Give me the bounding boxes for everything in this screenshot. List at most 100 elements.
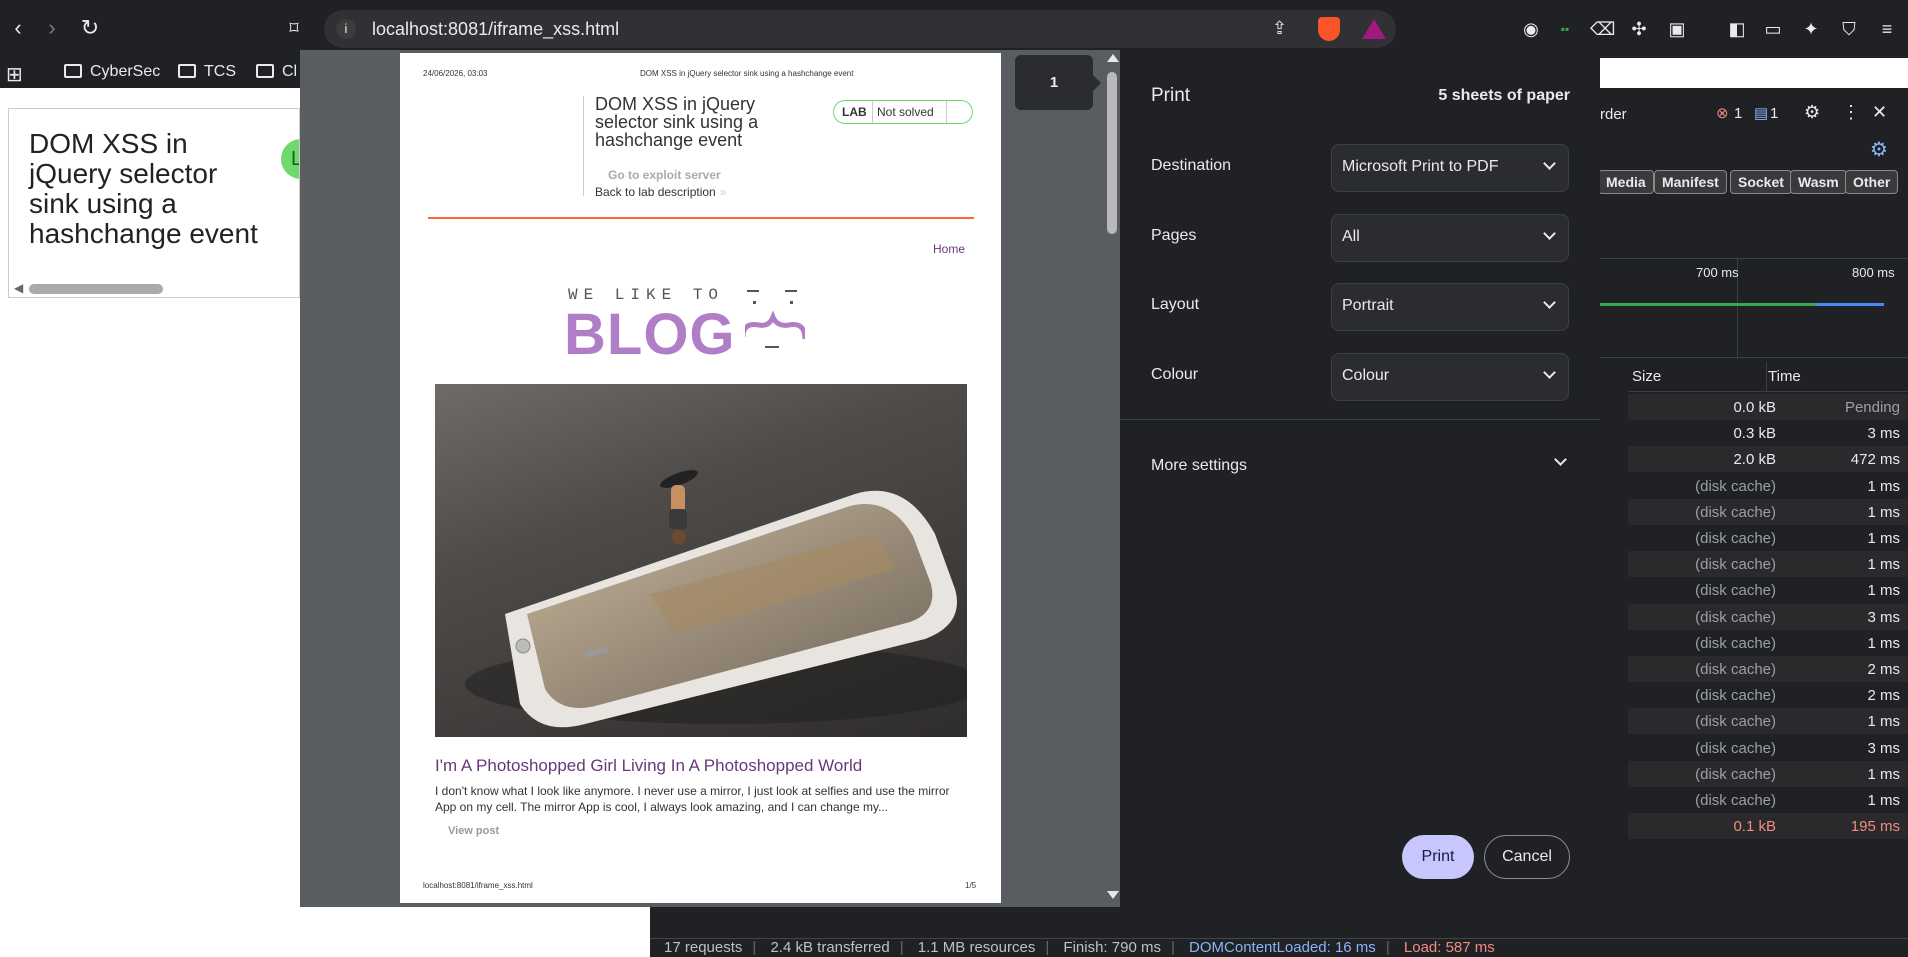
- pages-select[interactable]: All: [1331, 214, 1569, 262]
- scroll-up-icon[interactable]: [1107, 54, 1119, 62]
- divider: [872, 101, 873, 123]
- preview-scrollbar[interactable]: [1103, 50, 1120, 907]
- network-timeline[interactable]: 700 ms 800 ms: [1600, 258, 1908, 359]
- colour-select[interactable]: Colour: [1331, 353, 1569, 401]
- table-row[interactable]: 0.0 kB Pending: [1628, 394, 1908, 420]
- timeline-bar-blue: [1816, 303, 1884, 306]
- share-icon[interactable]: ⇪: [1272, 18, 1287, 39]
- recorder-tab[interactable]: rder: [1600, 106, 1627, 123]
- table-row[interactable]: (disk cache) 1 ms: [1628, 498, 1908, 525]
- table-row[interactable]: (disk cache) 1 ms: [1628, 473, 1908, 499]
- extension-icon[interactable]: ◉: [1520, 18, 1542, 40]
- message-icon[interactable]: ▤: [1754, 104, 1768, 122]
- destination-select[interactable]: Microsoft Print to PDF: [1331, 144, 1569, 192]
- extension-badge-icon[interactable]: ▪▪: [1554, 18, 1576, 40]
- table-row[interactable]: (disk cache) 1 ms: [1628, 760, 1908, 787]
- url-text[interactable]: localhost:8081/iframe_xss.html: [372, 19, 619, 40]
- row-size: (disk cache): [1695, 477, 1776, 495]
- preview-header-date: 24/06/2026, 03:03: [423, 69, 488, 78]
- cancel-button[interactable]: Cancel: [1484, 835, 1570, 879]
- filter-other[interactable]: Other: [1845, 170, 1899, 194]
- status-requests: 17 requests: [664, 939, 743, 956]
- scroll-down-icon[interactable]: [1107, 891, 1119, 899]
- row-size: (disk cache): [1695, 634, 1776, 652]
- network-settings-gear-icon[interactable]: ⚙: [1870, 137, 1888, 162]
- scroll-left-icon[interactable]: ◀: [14, 281, 23, 295]
- trash-icon[interactable]: ⌫: [1590, 18, 1615, 40]
- column-size[interactable]: Size: [1632, 368, 1661, 385]
- filter-manifest[interactable]: Manifest: [1654, 170, 1727, 194]
- row-time: 1 ms: [1867, 792, 1900, 809]
- row-time: 1 ms: [1867, 477, 1900, 495]
- table-row[interactable]: (disk cache) 3 ms: [1628, 735, 1908, 761]
- status-dcl: DOMContentLoaded: 16 ms: [1189, 939, 1376, 956]
- filter-wasm[interactable]: Wasm: [1790, 170, 1847, 194]
- reload-icon[interactable]: ↻: [76, 14, 104, 42]
- chevron-down-icon[interactable]: [1554, 453, 1567, 466]
- pages-label: Pages: [1151, 227, 1197, 244]
- leo-ai-icon[interactable]: ✦: [1800, 18, 1822, 40]
- post-excerpt: I don't know what I look like anymore. I…: [435, 784, 950, 814]
- folder-icon: [64, 64, 82, 78]
- print-button[interactable]: Print: [1402, 835, 1474, 879]
- exploit-server-link: Go to exploit server: [608, 168, 721, 182]
- error-count: 1: [1734, 105, 1743, 122]
- error-icon[interactable]: ⊗: [1716, 104, 1729, 122]
- layout-select[interactable]: Portrait: [1331, 283, 1569, 331]
- close-icon[interactable]: ✕: [1872, 102, 1887, 123]
- wallet-icon[interactable]: ▭: [1762, 18, 1784, 40]
- bookmark-folder-cl[interactable]: Cl: [256, 63, 297, 81]
- more-options-icon[interactable]: ⋮: [1842, 102, 1860, 123]
- bookmark-folder-cybersec[interactable]: CyberSec: [64, 63, 160, 81]
- site-info-icon[interactable]: i: [336, 19, 356, 39]
- bookmark-folder-tcs[interactable]: TCS: [178, 63, 236, 81]
- filter-media[interactable]: Media: [1598, 170, 1654, 194]
- apps-grid-icon[interactable]: ⊞: [6, 62, 23, 87]
- table-row[interactable]: 0.3 kB 3 ms: [1628, 420, 1908, 446]
- table-row[interactable]: (disk cache) 2 ms: [1628, 682, 1908, 708]
- print-settings-panel: Print 5 sheets of paper Destination Micr…: [1120, 50, 1600, 907]
- sidebar-icon[interactable]: ◧: [1726, 18, 1748, 40]
- page-iframe: DOM XSS in jQuery selector sink using a …: [8, 108, 300, 298]
- row-time: Pending: [1844, 399, 1900, 416]
- more-settings-toggle[interactable]: More settings: [1151, 457, 1247, 475]
- column-time[interactable]: Time: [1768, 368, 1801, 385]
- lab-tag: LAB: [842, 105, 867, 119]
- brave-rewards-icon[interactable]: [1362, 19, 1386, 39]
- screenshot-icon[interactable]: ▣: [1666, 18, 1688, 40]
- row-size: (disk cache): [1695, 765, 1776, 783]
- address-bar[interactable]: i localhost:8081/iframe_xss.html ⇪: [324, 10, 1396, 48]
- row-time: 3 ms: [1867, 608, 1900, 626]
- row-size: (disk cache): [1695, 503, 1776, 521]
- table-row[interactable]: 0.1 kB 195 ms: [1628, 813, 1908, 840]
- table-row[interactable]: (disk cache) 1 ms: [1628, 708, 1908, 735]
- bookmark-icon[interactable]: ⌑: [280, 14, 308, 42]
- horizontal-scrollbar[interactable]: [29, 284, 163, 294]
- print-title: Print: [1151, 85, 1191, 106]
- vpn-icon[interactable]: ⛉: [1838, 18, 1860, 40]
- back-arrow-icon[interactable]: ‹: [4, 14, 32, 42]
- status-transferred: 2.4 kB transferred: [770, 939, 890, 956]
- table-row[interactable]: (disk cache) 1 ms: [1628, 577, 1908, 603]
- row-time: 2 ms: [1867, 661, 1900, 678]
- table-row[interactable]: (disk cache) 1 ms: [1628, 525, 1908, 551]
- timeline-label: 700 ms: [1696, 265, 1739, 280]
- table-row[interactable]: (disk cache) 1 ms: [1628, 787, 1908, 813]
- forward-arrow-icon[interactable]: ›: [38, 14, 66, 42]
- row-size: (disk cache): [1695, 530, 1776, 547]
- filter-socket[interactable]: Socket: [1730, 170, 1792, 194]
- menu-icon[interactable]: ≡: [1876, 18, 1898, 40]
- brave-shields-icon[interactable]: [1318, 17, 1340, 41]
- row-time: 1 ms: [1867, 530, 1900, 547]
- table-row[interactable]: (disk cache) 1 ms: [1628, 630, 1908, 656]
- settings-gear-icon[interactable]: ⚙: [1804, 102, 1820, 123]
- scrollbar-thumb[interactable]: [1107, 72, 1117, 234]
- table-row[interactable]: (disk cache) 2 ms: [1628, 656, 1908, 682]
- extensions-puzzle-icon[interactable]: ✣: [1628, 18, 1650, 40]
- table-row[interactable]: (disk cache) 1 ms: [1628, 551, 1908, 578]
- row-size: 2.0 kB: [1733, 451, 1776, 469]
- row-size: (disk cache): [1695, 713, 1776, 731]
- table-row[interactable]: 2.0 kB 472 ms: [1628, 446, 1908, 473]
- row-time: 3 ms: [1867, 739, 1900, 757]
- table-row[interactable]: (disk cache) 3 ms: [1628, 603, 1908, 630]
